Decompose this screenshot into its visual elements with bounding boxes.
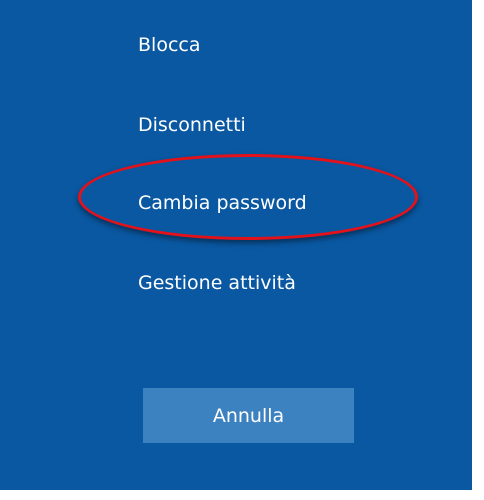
- sign-out-option[interactable]: Disconnetti: [138, 112, 246, 138]
- change-password-option[interactable]: Cambia password: [138, 190, 307, 216]
- cancel-button[interactable]: Annulla: [143, 388, 354, 443]
- task-manager-option[interactable]: Gestione attività: [138, 270, 296, 296]
- security-options-screen: Blocca Disconnetti Cambia password Gesti…: [0, 0, 472, 490]
- lock-option[interactable]: Blocca: [138, 32, 200, 58]
